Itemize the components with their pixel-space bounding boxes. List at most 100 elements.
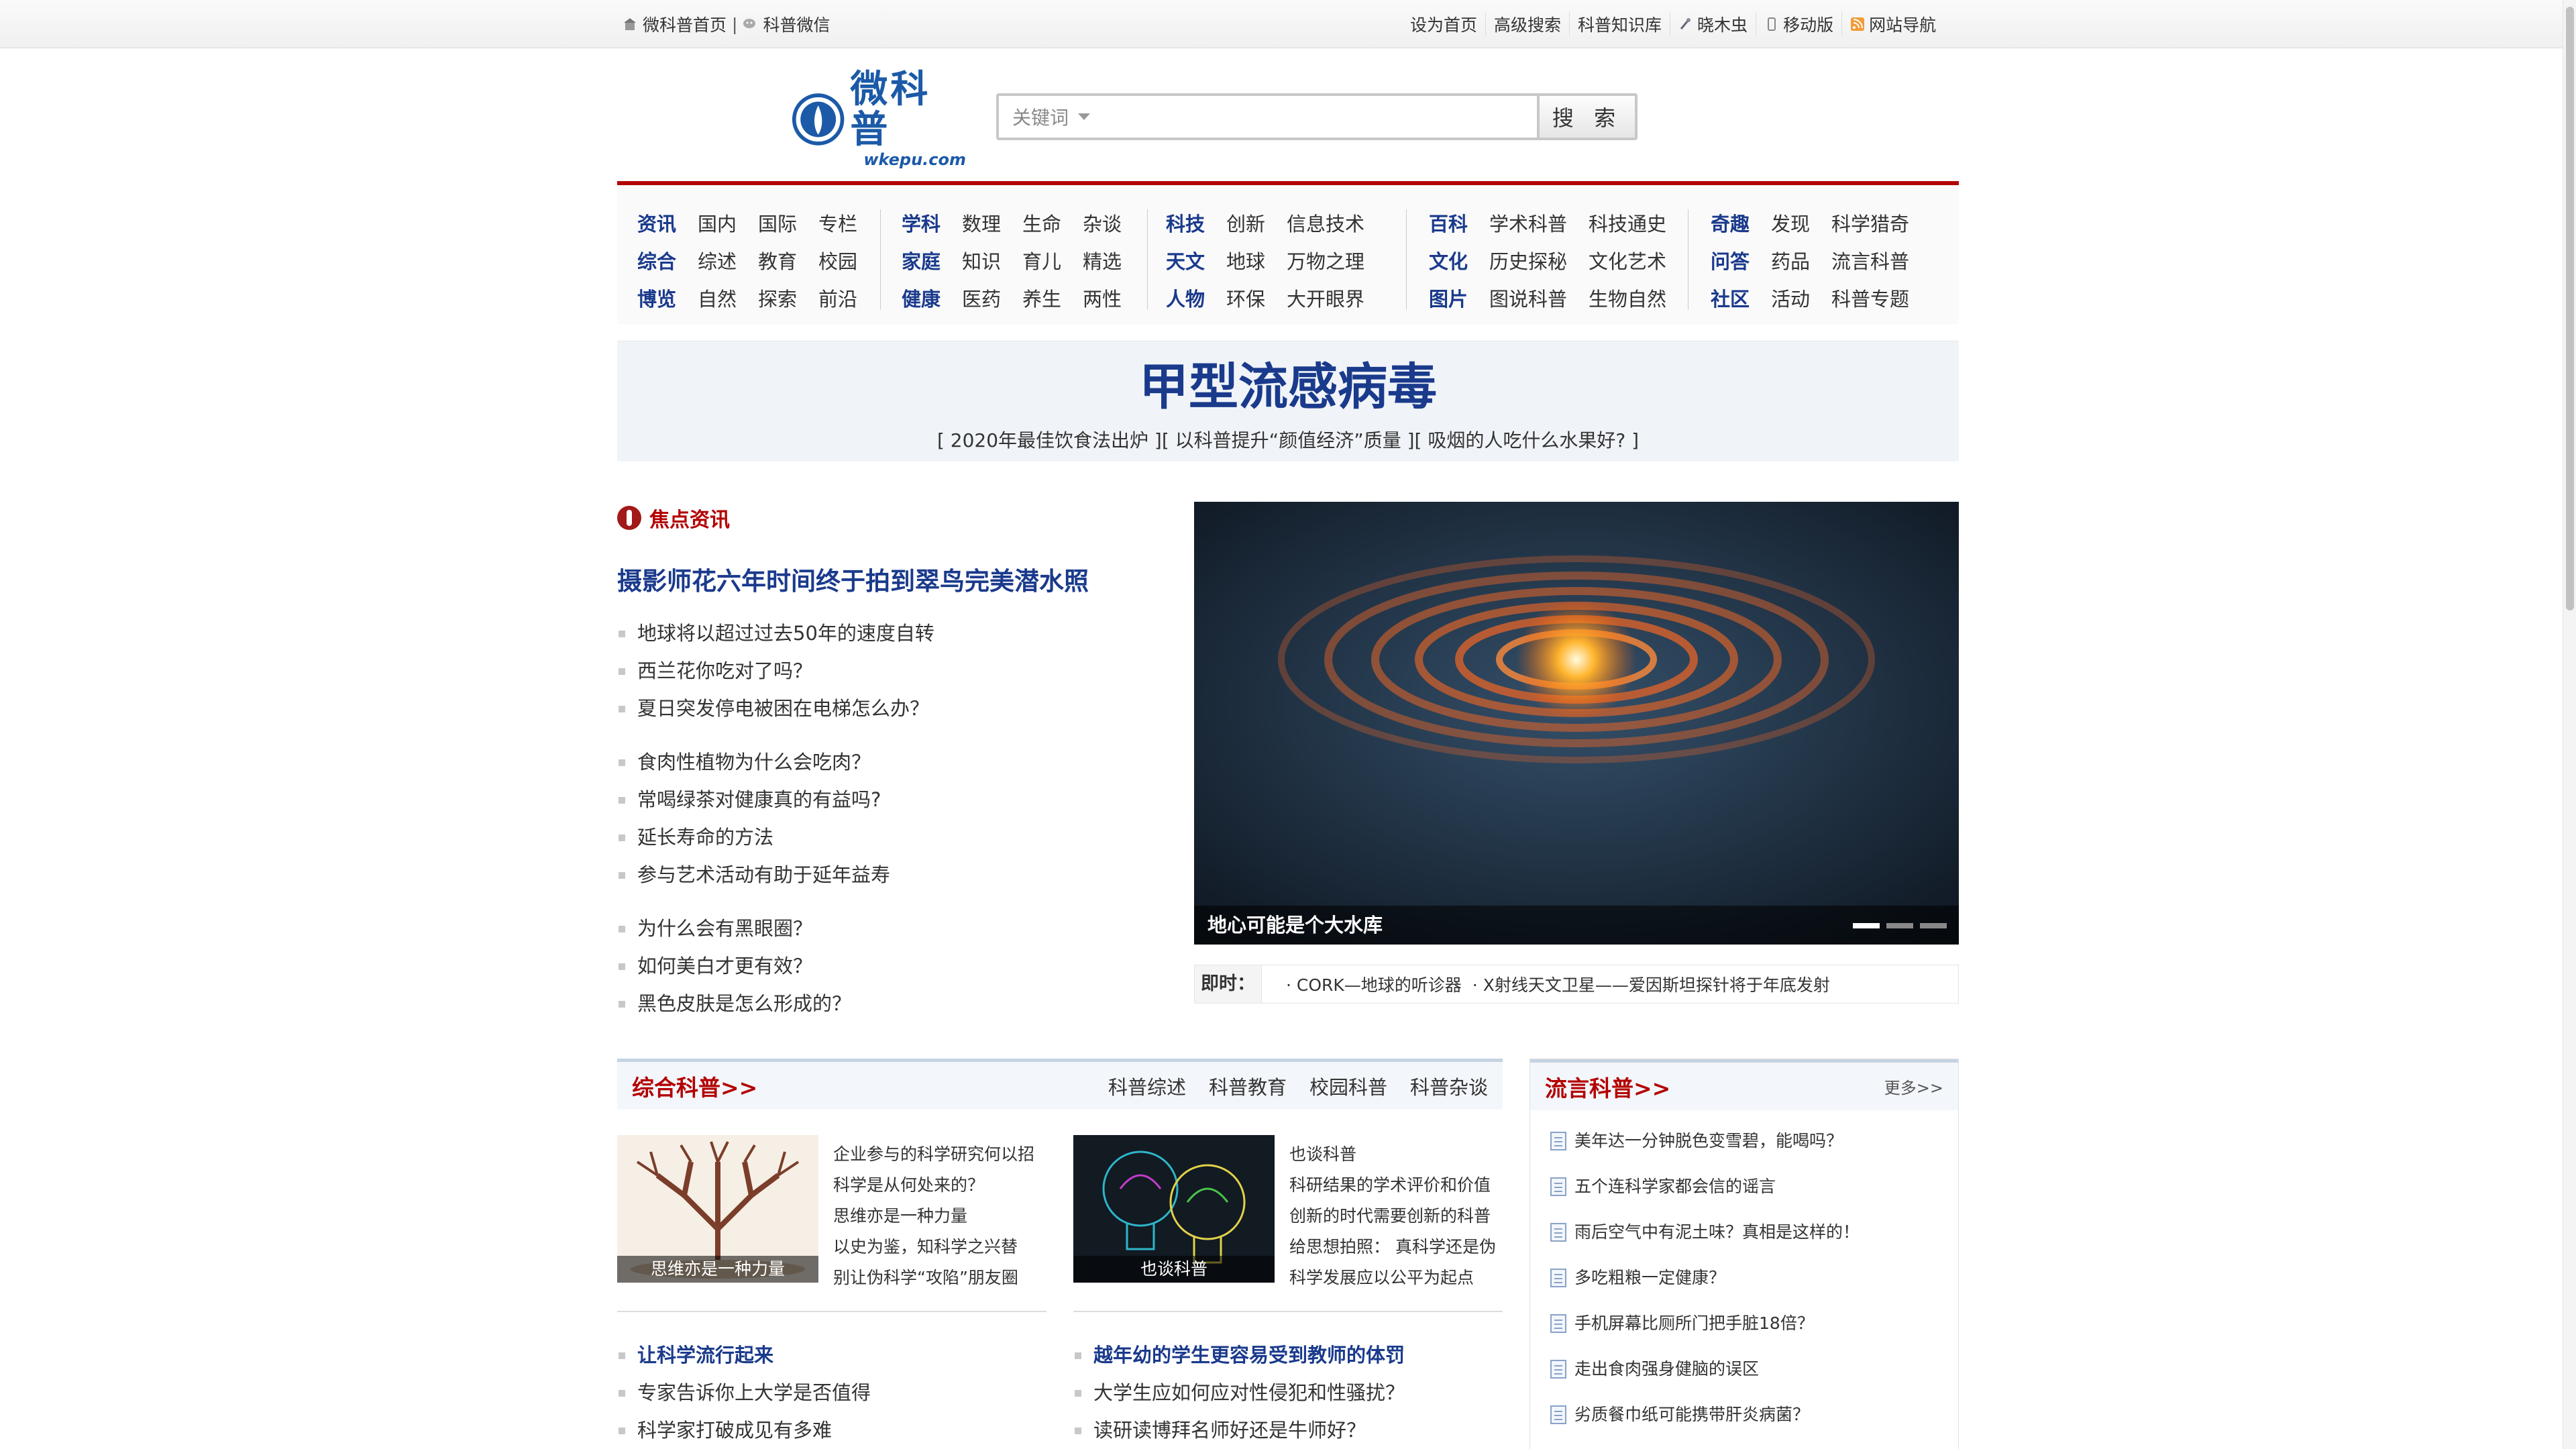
- nav-item[interactable]: 国内: [698, 209, 737, 237]
- list-item[interactable]: 多吃粗粮一定健康？: [1550, 1255, 1958, 1301]
- list-item[interactable]: 读研读博拜名师好还是牛师好？: [1073, 1411, 1405, 1449]
- site-logo[interactable]: 微科普 wkepu.com: [792, 70, 966, 169]
- ticker-item[interactable]: · CORK—地球的听诊器: [1286, 972, 1462, 996]
- nav-item[interactable]: 信息技术: [1287, 209, 1364, 237]
- article-link[interactable]: 科学发展应以公平为起点: [1289, 1263, 1496, 1293]
- nav-item[interactable]: 自然: [698, 284, 737, 312]
- nav-item[interactable]: 大开眼界: [1287, 284, 1364, 312]
- nav-item[interactable]: 医药: [962, 284, 1001, 312]
- search-type-dropdown[interactable]: 关键词: [999, 103, 1113, 130]
- nav-head-astronomy[interactable]: 天文: [1166, 246, 1205, 274]
- nav-item[interactable]: 科技通史: [1589, 209, 1666, 237]
- list-item[interactable]: 延长寿命的方法: [617, 818, 1154, 856]
- article-thumbnail[interactable]: 也谈科普: [1073, 1135, 1275, 1283]
- nav-head-news[interactable]: 资讯: [637, 209, 676, 237]
- panel-title[interactable]: 流言科普>>: [1545, 1071, 1670, 1103]
- nav-item[interactable]: 国际: [758, 209, 797, 237]
- slider-dot-2[interactable]: [1886, 923, 1913, 928]
- article-link[interactable]: 别让伪科学“攻陷”朋友圈: [833, 1263, 1034, 1293]
- knowledge-base-link[interactable]: 科普知识库: [1578, 12, 1662, 36]
- advanced-search-link[interactable]: 高级搜索: [1494, 12, 1561, 36]
- list-item[interactable]: 黑色皮肤是怎么形成的？: [617, 985, 1154, 1022]
- nav-item[interactable]: 教育: [758, 246, 797, 274]
- article-link[interactable]: 科研结果的学术评价和价值: [1289, 1170, 1496, 1201]
- nav-head-community[interactable]: 社区: [1711, 284, 1750, 312]
- nav-item[interactable]: 创新: [1226, 209, 1265, 237]
- list-item[interactable]: 科学家打破成见有多难: [617, 1411, 871, 1449]
- nav-item[interactable]: 地球: [1226, 246, 1265, 274]
- focus-lead-link[interactable]: 摄影师花六年时间终于拍到翠鸟完美潜水照: [617, 561, 1154, 597]
- article-link[interactable]: 创新的时代需要创新的科普: [1289, 1201, 1496, 1232]
- mobile-version-link[interactable]: 移动版: [1783, 12, 1833, 36]
- slider-dot-3[interactable]: [1920, 923, 1947, 928]
- list-item[interactable]: 雨后空气中有泥土味？真相是这样的！: [1550, 1210, 1958, 1255]
- more-link[interactable]: 更多>>: [1884, 1075, 1943, 1098]
- nav-item[interactable]: 精选: [1083, 246, 1122, 274]
- nav-item[interactable]: 专栏: [818, 209, 857, 237]
- ticker-item[interactable]: · X射线天文卫星——爱因斯坦探针将于年底发射: [1472, 972, 1830, 996]
- tab-campus[interactable]: 校园科普: [1309, 1072, 1387, 1100]
- nav-head-discipline[interactable]: 学科: [902, 209, 941, 237]
- scrollbar-thumb[interactable]: [2566, 7, 2574, 610]
- nav-head-encyclopedia[interactable]: 百科: [1429, 209, 1468, 237]
- article-link[interactable]: 企业参与的科学研究何以招: [833, 1139, 1034, 1170]
- nav-head-general[interactable]: 综合: [637, 246, 676, 274]
- list-item[interactable]: 西兰花你吃对了吗？: [617, 652, 1154, 690]
- list-item[interactable]: 参与艺术活动有助于延年益寿: [617, 856, 1154, 894]
- nav-item[interactable]: 校园: [818, 246, 857, 274]
- scrollbar[interactable]: [2563, 0, 2576, 1449]
- nav-item[interactable]: 生命: [1022, 209, 1061, 237]
- headline-title[interactable]: 甲型流感病毒: [617, 354, 1959, 421]
- nav-item[interactable]: 杂谈: [1083, 209, 1122, 237]
- list-item[interactable]: 越年幼的学生更容易受到教师的体罚: [1073, 1336, 1405, 1374]
- nav-item[interactable]: 养生: [1022, 284, 1061, 312]
- nav-item[interactable]: 发现: [1771, 209, 1810, 237]
- article-thumbnail[interactable]: 思维亦是一种力量: [617, 1135, 818, 1283]
- list-item[interactable]: 夏日突发停电被困在电梯怎么办？: [617, 690, 1154, 727]
- nav-item[interactable]: 前沿: [818, 284, 857, 312]
- list-item[interactable]: 如何美白才更有效？: [617, 947, 1154, 985]
- list-item[interactable]: 大学生应如何应对性侵犯和性骚扰？: [1073, 1374, 1405, 1411]
- set-homepage-link[interactable]: 设为首页: [1410, 12, 1477, 36]
- nav-item[interactable]: 科学猎奇: [1831, 209, 1909, 237]
- article-link[interactable]: 以史为鉴，知科学之兴替: [833, 1232, 1034, 1263]
- list-item[interactable]: 让科学流行起来: [617, 1336, 871, 1374]
- tab-misc[interactable]: 科普杂谈: [1410, 1072, 1488, 1100]
- nav-item[interactable]: 知识: [962, 246, 1001, 274]
- list-item[interactable]: 劣质餐巾纸可能携带肝炎病菌？: [1550, 1392, 1958, 1438]
- slider-caption[interactable]: 地心可能是个大水库: [1194, 906, 1959, 945]
- nav-head-tech[interactable]: 科技: [1166, 209, 1205, 237]
- nav-item[interactable]: 探索: [758, 284, 797, 312]
- list-item[interactable]: 手机屏幕比厕所门把手脏18倍？: [1550, 1301, 1958, 1346]
- nav-item[interactable]: 图说科普: [1489, 284, 1567, 312]
- nav-item[interactable]: 两性: [1083, 284, 1122, 312]
- wechat-link[interactable]: 科普微信: [763, 12, 830, 36]
- nav-item[interactable]: 流言科普: [1831, 246, 1909, 274]
- nav-item[interactable]: 药品: [1771, 246, 1810, 274]
- nav-item[interactable]: 文化艺术: [1589, 246, 1666, 274]
- site-nav-link[interactable]: 网站导航: [1869, 12, 1936, 36]
- article-link[interactable]: 也谈科普: [1289, 1139, 1496, 1170]
- image-slider[interactable]: 地心可能是个大水库: [1194, 502, 1959, 945]
- article-link[interactable]: 科学是从何处来的？: [833, 1170, 1034, 1201]
- nav-head-family[interactable]: 家庭: [902, 246, 941, 274]
- list-item[interactable]: 五个连科学家都会信的谣言: [1550, 1164, 1958, 1210]
- list-item[interactable]: 美年达一分钟脱色变雪碧，能喝吗？: [1550, 1118, 1958, 1164]
- nav-item[interactable]: 综述: [698, 246, 737, 274]
- headline-sub-links[interactable]: [ 2020年最佳饮食法出炉 ][ 以科普提升“颜值经济”质量 ][ 吸烟的人吃…: [617, 426, 1959, 453]
- article-link[interactable]: 思维亦是一种力量: [833, 1201, 1034, 1232]
- nav-item[interactable]: 环保: [1226, 284, 1265, 312]
- search-button[interactable]: 搜 索: [1540, 93, 1638, 140]
- nav-item[interactable]: 活动: [1771, 284, 1810, 312]
- list-item[interactable]: 专家告诉你上大学是否值得: [617, 1374, 871, 1411]
- xiaomuchong-link[interactable]: 晓木虫: [1697, 12, 1748, 36]
- nav-item[interactable]: 科普专题: [1831, 284, 1909, 312]
- nav-item[interactable]: 数理: [962, 209, 1001, 237]
- nav-head-culture[interactable]: 文化: [1429, 246, 1468, 274]
- list-item[interactable]: 常喝绿茶对健康真的有益吗?: [617, 781, 1154, 818]
- nav-head-qa[interactable]: 问答: [1711, 246, 1750, 274]
- nav-item[interactable]: 生物自然: [1589, 284, 1666, 312]
- tab-education[interactable]: 科普教育: [1209, 1072, 1287, 1100]
- list-item[interactable]: 为什么会有黑眼圈？: [617, 910, 1154, 947]
- tab-overview[interactable]: 科普综述: [1108, 1072, 1186, 1100]
